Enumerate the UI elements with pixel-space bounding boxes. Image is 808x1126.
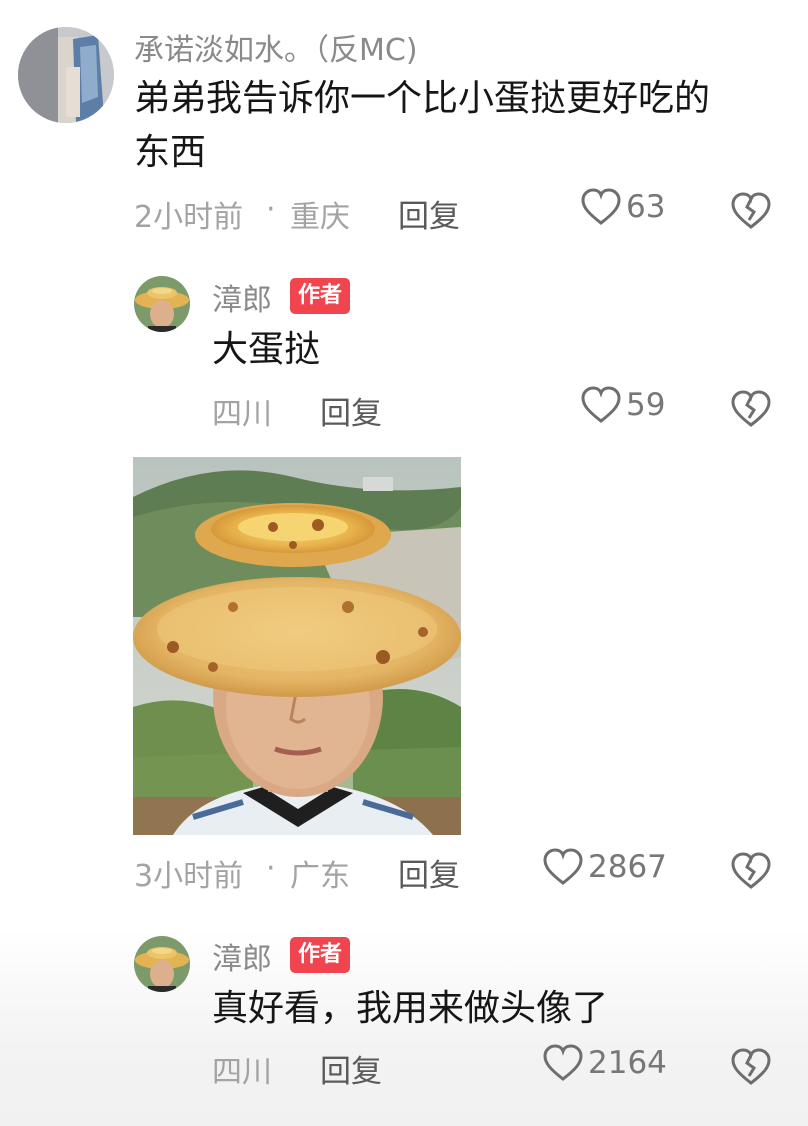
reply-like-count: 59 bbox=[626, 387, 666, 423]
reply-location: 四川 bbox=[212, 397, 272, 432]
comment-reply-button[interactable]: 回复 bbox=[398, 191, 460, 236]
reply-like-button[interactable]: 59 bbox=[580, 386, 665, 424]
comment-time: 2小时前 bbox=[134, 200, 244, 235]
broken-heart-icon bbox=[731, 1048, 771, 1085]
heart-outline-icon bbox=[543, 1044, 583, 1081]
avatar-photo bbox=[134, 936, 190, 992]
reply-text: 真好看，我用来做头像了 bbox=[212, 988, 609, 1029]
image-like-count: 2867 bbox=[588, 849, 667, 885]
commenter-avatar[interactable] bbox=[18, 27, 114, 123]
comment-like-count: 63 bbox=[626, 189, 666, 225]
broken-heart-icon bbox=[731, 192, 771, 229]
image-dislike-button[interactable] bbox=[730, 852, 772, 894]
author-badge: 作者 bbox=[290, 937, 351, 973]
image-location: 广东 bbox=[290, 859, 350, 894]
comment-location: 重庆 bbox=[290, 200, 350, 235]
meta-separator: · bbox=[266, 851, 276, 886]
comment-like-button[interactable]: 63 bbox=[580, 188, 665, 226]
broken-heart-icon bbox=[731, 390, 771, 427]
photo-boy-egg-tart-hat bbox=[133, 457, 461, 835]
comment-text-line2: 东西 bbox=[134, 132, 207, 173]
author-badge: 作者 bbox=[290, 278, 351, 314]
heart-outline-icon bbox=[581, 386, 621, 423]
reply-like-count: 2164 bbox=[588, 1045, 667, 1081]
heart-outline-icon bbox=[581, 188, 621, 225]
image-time: 3小时前 bbox=[134, 859, 244, 894]
author-avatar[interactable] bbox=[134, 936, 190, 992]
reply-location: 四川 bbox=[212, 1055, 272, 1090]
reply-attached-image[interactable] bbox=[133, 457, 461, 835]
reply-reply-button[interactable]: 回复 bbox=[320, 1046, 382, 1091]
reply-author-name[interactable]: 漳郎 bbox=[212, 275, 272, 319]
image-reply-button[interactable]: 回复 bbox=[398, 850, 460, 895]
comment-dislike-button[interactable] bbox=[730, 192, 772, 234]
reply-dislike-button[interactable] bbox=[730, 390, 772, 432]
avatar-photo bbox=[134, 276, 190, 332]
broken-heart-icon bbox=[731, 852, 771, 889]
reply-like-button[interactable]: 2164 bbox=[542, 1044, 667, 1082]
reply-text: 大蛋挞 bbox=[212, 329, 321, 370]
avatar-photo bbox=[18, 27, 114, 123]
heart-outline-icon bbox=[543, 848, 583, 885]
commenter-name[interactable]: 承诺淡如水。（反MC) bbox=[134, 25, 418, 69]
reply-dislike-button[interactable] bbox=[730, 1048, 772, 1090]
image-like-button[interactable]: 2867 bbox=[542, 848, 667, 886]
author-avatar[interactable] bbox=[134, 276, 190, 332]
comment-text-line1: 弟弟我告诉你一个比小蛋挞更好吃的 bbox=[134, 78, 711, 119]
meta-separator: · bbox=[266, 192, 276, 227]
reply-author-name[interactable]: 漳郎 bbox=[212, 934, 272, 978]
reply-reply-button[interactable]: 回复 bbox=[320, 388, 382, 433]
